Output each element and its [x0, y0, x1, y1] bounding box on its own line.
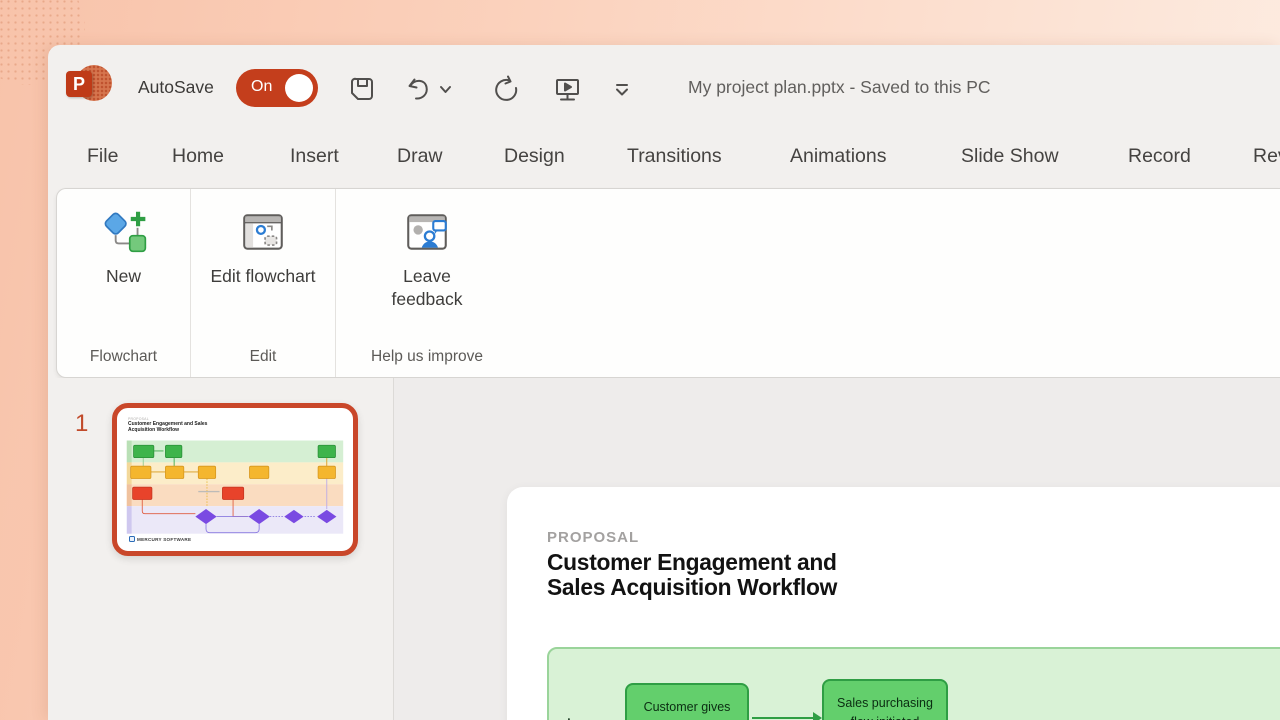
leave-feedback-icon [402, 207, 452, 257]
ribbon-group-help: Leave feedback Help us improve [336, 189, 518, 377]
customize-toolbar-button[interactable] [604, 71, 640, 107]
new-flowchart-button[interactable]: New [62, 203, 186, 292]
mercury-logo-icon [129, 536, 135, 542]
tab-draw[interactable]: Draw [397, 145, 443, 168]
tab-home[interactable]: Home [172, 145, 224, 168]
autosave-toggle-state: On [251, 78, 272, 96]
new-flowchart-label: New [68, 265, 180, 288]
redo-refresh-icon [492, 75, 520, 103]
redo-button[interactable] [488, 71, 524, 107]
autosave-toggle-knob[interactable] [285, 74, 313, 102]
slide-eyebrow-text[interactable]: PROPOSAL [547, 529, 639, 546]
group-label-edit: Edit [191, 348, 335, 366]
leave-feedback-button[interactable]: Leave feedback [365, 203, 489, 315]
autosave-label: AutoSave [138, 77, 214, 98]
mercury-logo-text: MERCURY SOFTWARE [137, 537, 191, 542]
group-label-flowchart: Flowchart [57, 348, 190, 366]
new-flowchart-icon [99, 207, 149, 257]
tab-record[interactable]: Record [1128, 145, 1191, 168]
ribbon-group-edit: Edit flowchart Edit [191, 189, 336, 377]
ribbon-group-flowchart: New Flowchart [57, 189, 191, 377]
edit-flowchart-icon [238, 207, 288, 257]
flowchart-arrow [752, 717, 814, 719]
tab-slide-show[interactable]: Slide Show [961, 145, 1059, 168]
flowchart-box-purchasing[interactable]: Sales purchasing flow initiated [822, 679, 948, 720]
powerpoint-window: P AutoSave On [48, 45, 1280, 720]
chevron-down-icon [439, 84, 452, 94]
slide-1-thumbnail[interactable]: PROPOSAL Customer Engagement and Sales A… [112, 403, 358, 556]
tab-design[interactable]: Design [504, 145, 565, 168]
customer-swimlane[interactable]: Customer Customer gives approval on inte… [547, 647, 1280, 720]
flowchart-box-approval[interactable]: Customer gives approval on interest [625, 683, 749, 720]
powerpoint-p-letter: P [66, 71, 92, 97]
qat-overflow-icon [612, 80, 632, 98]
undo-icon [403, 75, 433, 103]
workspace: 1 [48, 378, 1280, 720]
swimlane-label: Customer [563, 671, 580, 720]
document-title[interactable]: My project plan.pptx - Saved to this PC [688, 77, 991, 98]
slideshow-icon [553, 75, 583, 103]
slide-thumbnail-panel: 1 [48, 378, 393, 720]
autosave-toggle[interactable]: On [236, 69, 318, 107]
ribbon-tab-row: File Home Insert Draw Design Transitions… [48, 135, 1280, 187]
slide-1-canvas[interactable]: PROPOSAL Customer Engagement and Sales A… [507, 487, 1280, 720]
tab-file[interactable]: File [87, 145, 118, 168]
save-button[interactable] [344, 71, 380, 107]
slide-number: 1 [75, 410, 88, 438]
undo-dropdown-button[interactable] [434, 71, 456, 107]
thumbnail-title: Customer Engagement and Sales Acquisitio… [128, 421, 210, 433]
edit-flowchart-label: Edit flowchart [207, 265, 319, 288]
thumbnail-logo: MERCURY SOFTWARE [129, 536, 191, 542]
save-icon [348, 75, 376, 103]
slide-title-text[interactable]: Customer Engagement and Sales Acquisitio… [547, 550, 898, 600]
undo-button[interactable] [400, 71, 436, 107]
ribbon-panel: New Flowchart Edit flowchart Edit [56, 188, 1280, 378]
slide-editor-canvas: PROPOSAL Customer Engagement and Sales A… [394, 378, 1280, 720]
group-label-help-us-improve: Help us improve [336, 348, 518, 366]
powerpoint-icon: P [66, 63, 110, 103]
leave-feedback-label: Leave feedback [371, 265, 483, 311]
title-bar: P AutoSave On [48, 45, 1280, 135]
tab-review[interactable]: Review [1253, 145, 1280, 168]
tab-insert[interactable]: Insert [290, 145, 339, 168]
tab-transitions[interactable]: Transitions [627, 145, 722, 168]
start-slideshow-button[interactable] [550, 71, 586, 107]
tab-animations[interactable]: Animations [790, 145, 886, 168]
edit-flowchart-button[interactable]: Edit flowchart [201, 203, 325, 292]
